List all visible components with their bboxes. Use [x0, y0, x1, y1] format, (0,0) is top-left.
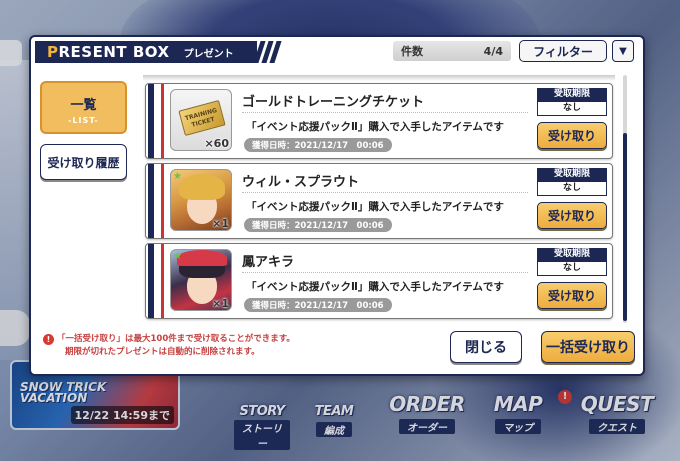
character-card-icon: ★ ×1 [170, 169, 232, 231]
item-description: 「イベント応援パックⅡ」購入で入手したアイテムです [246, 121, 504, 133]
receive-button[interactable]: 受け取り [537, 282, 607, 309]
list-item: ★ ×1 ウィル・スプラウト 「イベント応援パックⅡ」購入で入手したアイテムです… [145, 163, 613, 239]
present-list[interactable]: TRAINING TICKET ×60 ゴールドトレーニングチケット 「イベント… [143, 75, 615, 323]
star-icon: ★ [173, 171, 182, 182]
item-count: 件数 4/4 [393, 41, 511, 61]
dialog-title: PRESENT BOX [47, 43, 170, 61]
filter-button[interactable]: フィルター [519, 40, 607, 62]
item-flag [146, 244, 164, 318]
deadline-label: 受取期限 [537, 248, 607, 261]
ticket-label: TRAINING TICKET [178, 100, 226, 136]
item-quantity: ×60 [204, 137, 229, 150]
item-name: 鳳アキラ [242, 255, 295, 270]
deadline-value: なし [537, 261, 607, 276]
notice-text: ! 「一括受け取り」は最大100件まで受け取ることができます。 期限が切れたプレゼ… [43, 333, 295, 359]
item-quantity: ×1 [212, 217, 229, 230]
item-flag [146, 84, 164, 158]
dialog-header: PRESENT BOX プレゼント 件数 4/4 フィルター ▼ [31, 37, 643, 67]
notice-line1: 「一括受け取り」は最大100件まで受け取ることができます。 [57, 334, 295, 344]
list-item: ★ ×1 鳳アキラ 「イベント応援パックⅡ」購入で入手したアイテムです 獲得日時… [145, 243, 613, 319]
tab-list-label: 一覧 [70, 98, 97, 113]
item-date: 獲得日時：2021/12/17 00:06 [244, 298, 392, 312]
tab-list[interactable]: 一覧 -LIST- [40, 81, 127, 134]
title-stripes [253, 41, 282, 63]
deadline-label: 受取期限 [537, 168, 607, 181]
item-date: 獲得日時：2021/12/17 00:06 [244, 218, 392, 232]
star-icon: ★ [173, 251, 182, 262]
tab-list-sub: -LIST- [68, 116, 99, 125]
dialog-title-bar: PRESENT BOX プレゼント [35, 41, 257, 63]
list-item: TRAINING TICKET ×60 ゴールドトレーニングチケット 「イベント… [145, 83, 613, 159]
sort-toggle-button[interactable]: ▼ [612, 40, 634, 62]
deadline-value: なし [537, 181, 607, 196]
character-card-icon: ★ ×1 [170, 249, 232, 311]
item-quantity: ×1 [212, 297, 229, 310]
item-date: 獲得日時：2021/12/17 00:06 [244, 138, 392, 152]
training-ticket-icon: TRAINING TICKET ×60 [170, 89, 232, 151]
close-button[interactable]: 閉じる [450, 331, 522, 363]
item-flag [146, 164, 164, 238]
item-description: 「イベント応援パックⅡ」購入で入手したアイテムです [246, 281, 504, 293]
present-box-dialog: PRESENT BOX プレゼント 件数 4/4 フィルター ▼ 一覧 -LIS… [29, 35, 645, 376]
notice-line2: 期限が切れたプレゼントは自動的に削除されます。 [65, 347, 260, 357]
deadline-label: 受取期限 [537, 88, 607, 101]
deadline-value: なし [537, 101, 607, 116]
item-name: ゴールドトレーニングチケット [242, 95, 425, 110]
receive-all-button[interactable]: 一括受け取り [541, 331, 635, 363]
tab-history[interactable]: 受け取り履歴 [40, 144, 127, 180]
item-name: ウィル・スプラウト [242, 175, 360, 190]
item-count-label: 件数 [401, 45, 423, 58]
dialog-title-jp: プレゼント [183, 48, 234, 60]
scrollbar-thumb[interactable] [623, 133, 627, 321]
receive-button[interactable]: 受け取り [537, 122, 607, 149]
scrollbar[interactable] [623, 75, 627, 323]
warning-icon: ! [43, 334, 54, 345]
chevron-down-icon: ▼ [619, 45, 627, 57]
item-count-value: 4/4 [483, 44, 503, 58]
item-description: 「イベント応援パックⅡ」購入で入手したアイテムです [246, 201, 504, 213]
receive-button[interactable]: 受け取り [537, 202, 607, 229]
